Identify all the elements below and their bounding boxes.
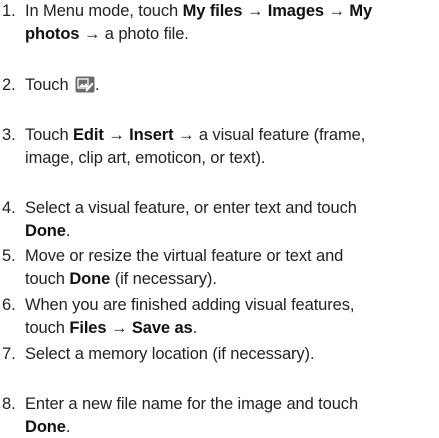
bold-term: My [349,2,373,20]
step-text-line: When you are finished adding visual feat… [25,294,439,316]
step-text: → [106,319,132,337]
step-number: 2. [2,76,16,94]
step-text-line: Enter a new file name for the image and … [25,393,439,415]
step-number: 4. [2,199,16,217]
step-text: When you are finished adding visual feat… [25,296,355,314]
step-number: 5. [2,247,16,265]
bold-term: photos [25,25,80,43]
step-text-line: photos → a photo file. [25,23,439,45]
bold-term: Images [267,2,324,20]
step-text-line: touch Done (if necessary). [25,268,439,290]
bold-term: Files [69,319,107,337]
step-text: . [192,319,198,337]
step-text: → [103,126,130,144]
step-text: Select a memory location (if necessary). [25,345,315,363]
step-text: touch [25,270,70,288]
step-text: Select a visual feature, or enter text a… [25,199,357,217]
step-text: In Menu mode, touch [25,2,183,20]
step-number: 3. [2,126,16,144]
step-text: → a photo file. [79,25,189,43]
step-text: → [323,2,350,20]
step-text-line: Select a memory location (if necessary). [25,343,439,365]
step-text-line: In Menu mode, touch My files → Images → … [25,0,439,22]
bold-term: Done [69,270,111,288]
step-text: . [95,76,100,94]
bold-term: Save as [131,319,193,337]
step-text-line: touch Files → Save as. [25,317,439,339]
step-number: 7. [2,345,16,363]
step-number: 8. [2,395,16,413]
step-text-line: Touch . [25,74,439,96]
step-text-line: Move or resize the virtual feature or te… [25,245,439,267]
step-text: . [65,418,71,436]
bold-term: Done [25,222,66,240]
step-text: Touch [25,126,74,144]
bold-term: Insert [129,126,174,144]
step-text: touch [25,319,70,337]
step-text-line: Select a visual feature, or enter text a… [25,197,439,219]
step-number: 1. [2,2,16,20]
step-text-line: Done. [25,416,439,438]
bold-term: Done [25,418,66,436]
step-number: 6. [2,296,16,314]
bold-term: Edit [73,126,104,144]
step-text: . [65,222,71,240]
bold-term: My files [182,2,243,20]
step-text-line: Touch Edit → Insert → a visual feature (… [25,124,439,146]
step-text: Enter a new file name for the image and … [25,395,359,413]
step-text: → [242,2,268,20]
step-text: Touch [25,76,74,94]
step-text: Move or resize the virtual feature or te… [25,247,344,265]
step-text-line: Done. [25,220,439,242]
step-text-line: image, clip art, emoticon, or text). [25,147,439,169]
step-text: (if necessary). [110,270,217,288]
photo-edit-icon [75,76,95,93]
step-text: → a visual feature (frame, [173,126,366,144]
step-text: image, clip art, emoticon, or text). [25,149,266,167]
